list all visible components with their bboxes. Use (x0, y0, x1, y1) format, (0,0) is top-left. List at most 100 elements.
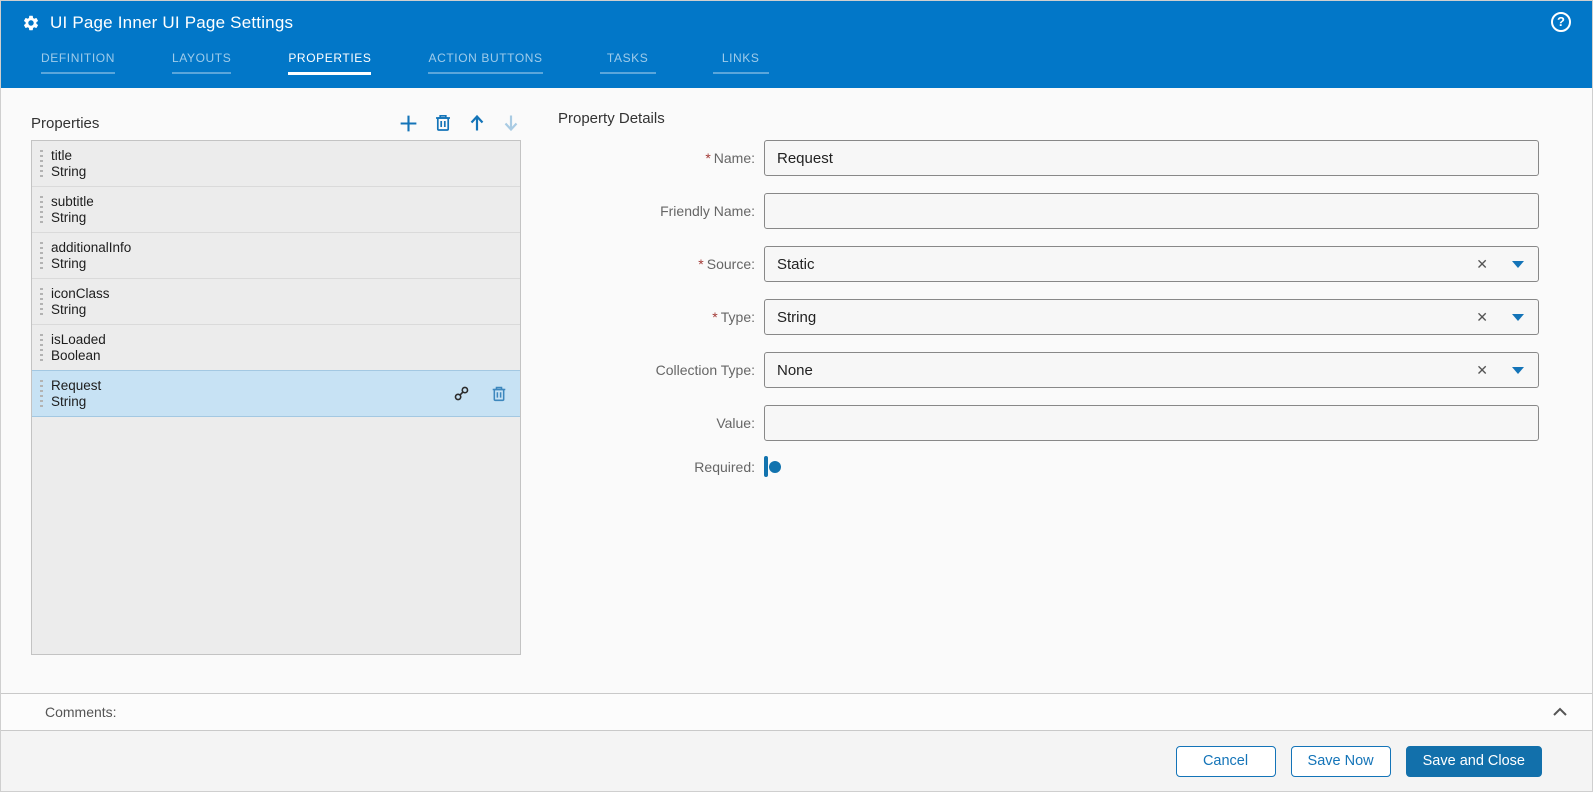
selected-row-actions (452, 384, 508, 403)
required-marker: * (698, 256, 703, 272)
drag-handle-icon[interactable] (40, 196, 43, 223)
delete-property-button[interactable] (432, 113, 453, 134)
plus-icon (398, 113, 419, 134)
required-marker: * (705, 150, 710, 166)
add-property-button[interactable] (398, 113, 419, 134)
gear-icon (22, 14, 40, 32)
drag-handle-icon[interactable] (40, 288, 43, 315)
value-input[interactable] (764, 405, 1539, 441)
type-field-row: *Type: String ✕ (558, 299, 1539, 335)
tab-label: LINKS (722, 51, 760, 65)
source-select-value: Static (777, 256, 1476, 273)
move-property-up-button[interactable] (466, 113, 487, 134)
tab-label: LAYOUTS (172, 51, 231, 65)
tab-label: ACTION BUTTONS (428, 51, 542, 65)
tab-underline (41, 72, 115, 74)
required-field-label: Required: (558, 459, 764, 475)
tab-label: PROPERTIES (288, 51, 371, 65)
tab-underline (428, 72, 542, 74)
drag-handle-icon[interactable] (40, 150, 43, 177)
tab-links[interactable]: LINKS (703, 44, 779, 74)
property-row-additionalinfo[interactable]: additionalInfo String (32, 233, 520, 279)
arrow-down-icon (501, 113, 521, 133)
friendly-name-field-row: Friendly Name: (558, 193, 1539, 229)
property-name: isLoaded (51, 332, 106, 348)
clear-icon[interactable]: ✕ (1476, 257, 1488, 271)
value-field-row: Value: (558, 405, 1539, 441)
header-title-bar: UI Page Inner UI Page Settings ? (1, 1, 1592, 44)
required-field-row: Required: (558, 458, 1539, 476)
drag-handle-icon[interactable] (40, 380, 43, 407)
cancel-button[interactable]: Cancel (1176, 746, 1276, 777)
clear-icon[interactable]: ✕ (1476, 310, 1488, 324)
drag-handle-icon[interactable] (40, 242, 43, 269)
clear-icon[interactable]: ✕ (1476, 363, 1488, 377)
tab-label: TASKS (607, 51, 648, 65)
property-row-request[interactable]: Request String (32, 370, 520, 417)
property-name: iconClass (51, 286, 110, 302)
save-and-close-button[interactable]: Save and Close (1406, 746, 1542, 777)
comments-collapse-button[interactable] (1550, 702, 1570, 722)
trash-icon (433, 113, 453, 133)
type-select[interactable]: String ✕ (764, 299, 1539, 335)
comments-bar: Comments: (1, 693, 1592, 731)
tab-layouts[interactable]: LAYOUTS (162, 44, 241, 74)
property-details-panel: Property Details *Name: Friendly Name: *… (558, 110, 1539, 693)
name-input[interactable] (764, 140, 1539, 176)
property-row-text: isLoaded Boolean (51, 332, 106, 364)
property-type: String (51, 256, 131, 272)
tab-action-buttons[interactable]: ACTION BUTTONS (418, 44, 552, 74)
property-type: String (51, 394, 101, 410)
link-icon (453, 385, 470, 402)
move-property-down-button[interactable] (500, 113, 521, 134)
header: UI Page Inner UI Page Settings ? DEFINIT… (1, 1, 1592, 88)
save-now-button[interactable]: Save Now (1291, 746, 1391, 777)
chevron-down-icon[interactable] (1512, 261, 1524, 268)
property-row-iconclass[interactable]: iconClass String (32, 279, 520, 325)
collection-type-field-row: Collection Type: None ✕ (558, 352, 1539, 388)
property-type: String (51, 164, 86, 180)
tab-properties[interactable]: PROPERTIES (278, 44, 381, 75)
friendly-name-field-label: Friendly Name: (558, 203, 764, 219)
property-row-text: title String (51, 148, 86, 180)
tab-definition[interactable]: DEFINITION (31, 44, 125, 74)
property-row-text: iconClass String (51, 286, 110, 318)
friendly-name-input[interactable] (764, 193, 1539, 229)
chevron-down-icon[interactable] (1512, 367, 1524, 374)
help-icon[interactable]: ? (1551, 12, 1571, 32)
source-field-row: *Source: Static ✕ (558, 246, 1539, 282)
property-row-title[interactable]: title String (32, 141, 520, 187)
link-property-button[interactable] (452, 384, 471, 403)
name-field-row: *Name: (558, 140, 1539, 176)
type-field-label: *Type: (558, 309, 764, 325)
property-row-text: additionalInfo String (51, 240, 131, 272)
property-name: title (51, 148, 86, 164)
property-type: String (51, 210, 94, 226)
chevron-up-icon (1550, 702, 1570, 722)
properties-panel: Properties (31, 110, 521, 693)
tab-bar: DEFINITION LAYOUTS PROPERTIES ACTION BUT… (1, 44, 1592, 88)
properties-list: title String subtitle String additionalI… (31, 140, 521, 655)
delete-selected-property-button[interactable] (489, 384, 508, 403)
footer-button-bar: Cancel Save Now Save and Close (1, 731, 1592, 791)
name-field-label: *Name: (558, 150, 764, 166)
collection-type-select[interactable]: None ✕ (764, 352, 1539, 388)
toggle-knob (769, 461, 781, 473)
tab-underline (600, 72, 656, 74)
tab-underline (172, 72, 231, 74)
tab-tasks[interactable]: TASKS (590, 44, 666, 74)
chevron-down-icon[interactable] (1512, 314, 1524, 321)
drag-handle-icon[interactable] (40, 334, 43, 361)
property-type: String (51, 302, 110, 318)
value-field-label: Value: (558, 415, 764, 431)
required-toggle[interactable] (764, 456, 768, 477)
property-details-title: Property Details (558, 110, 1539, 127)
property-row-isloaded[interactable]: isLoaded Boolean (32, 325, 520, 371)
main-content: Properties (1, 88, 1592, 693)
property-row-text: Request String (51, 378, 101, 410)
source-select[interactable]: Static ✕ (764, 246, 1539, 282)
properties-panel-header: Properties (31, 110, 521, 136)
property-row-subtitle[interactable]: subtitle String (32, 187, 520, 233)
tab-underline (288, 72, 371, 75)
properties-toolbar (398, 113, 521, 134)
